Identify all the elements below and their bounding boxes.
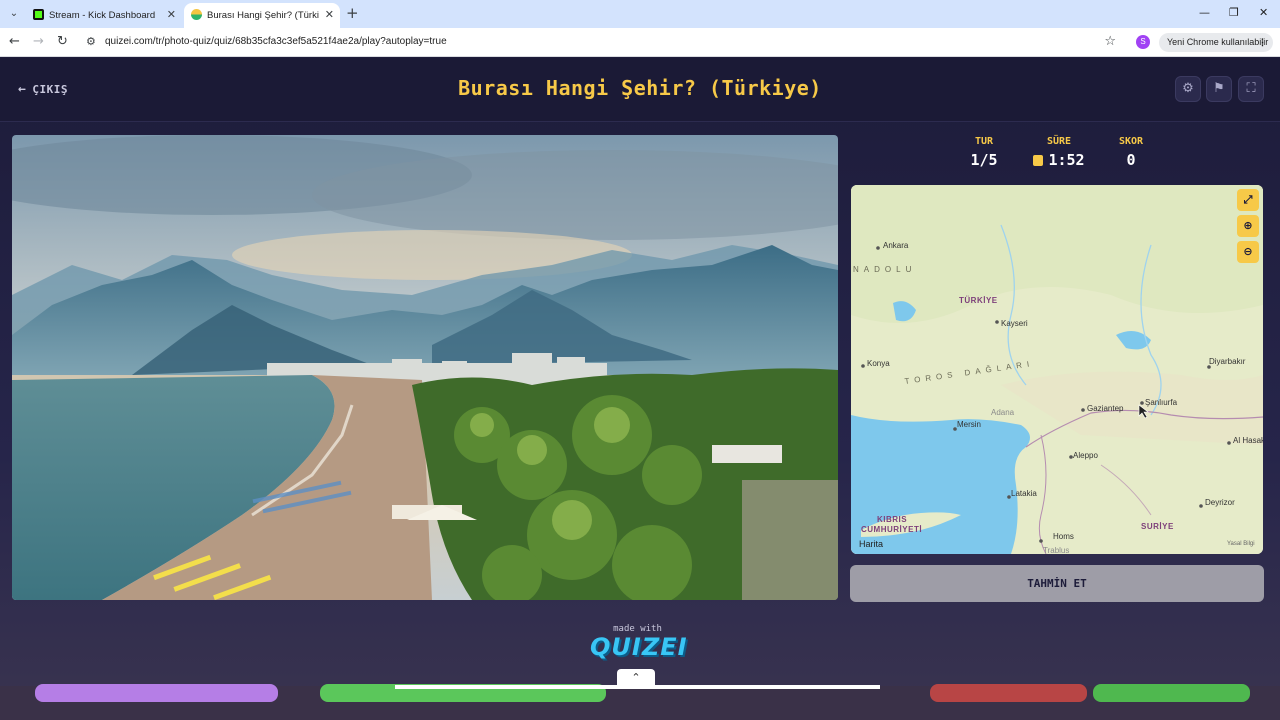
round-stat: TUR 1/5: [962, 136, 1006, 169]
score-value: 0: [1126, 151, 1136, 169]
bookmark-star-icon[interactable]: ☆: [1104, 34, 1116, 49]
collapse-toggle[interactable]: ⌃: [617, 669, 655, 687]
score-label: SKOR: [1118, 136, 1144, 147]
quiz-page: ← ÇIKIŞ Burası Hangi Şehir? (Türkiye) ⚙ ⚑…: [0, 58, 1280, 720]
zoom-in-icon: ⊕: [1243, 219, 1253, 232]
city-label: Trablus: [1043, 546, 1069, 554]
city-label: Gaziantep: [1087, 404, 1124, 413]
report-button[interactable]: ⚑: [1206, 76, 1232, 102]
exit-button[interactable]: ← ÇIKIŞ: [18, 82, 68, 97]
city-label: Konya: [867, 359, 890, 368]
country-label: KIBRIS: [877, 515, 907, 524]
forward-icon[interactable]: →: [33, 34, 44, 50]
zoom-in-button[interactable]: ⊕: [1237, 215, 1259, 237]
back-icon[interactable]: ←: [9, 34, 20, 50]
minimize-icon[interactable]: —: [1199, 6, 1210, 20]
map-canvas[interactable]: Ankara Kayseri Konya Diyarbakır Şanlıurf…: [851, 185, 1263, 554]
answer-option-bar: [930, 684, 1087, 702]
answer-option-bar: [35, 684, 278, 702]
new-tab-icon[interactable]: +: [346, 5, 359, 21]
city-label: Mersin: [957, 420, 981, 429]
quizei-favicon-icon: [191, 9, 202, 20]
profile-avatar[interactable]: S: [1136, 35, 1150, 49]
close-tab-icon[interactable]: ✕: [167, 8, 176, 22]
tab-search-icon[interactable]: ⌄: [6, 6, 22, 22]
menu-dots-icon[interactable]: ⋮: [1258, 33, 1267, 52]
made-with-badge[interactable]: made with QUIZEI: [590, 624, 688, 661]
round-value: 1/5: [970, 151, 998, 169]
fullscreen-icon: ⛶: [1246, 81, 1256, 96]
address-bar: ← → ↻ ⚙ quizei.com/tr/photo-quiz/quiz/68…: [0, 28, 1280, 57]
city-label: Al Hasakah: [1233, 436, 1263, 445]
city-label: Kayseri: [1001, 319, 1028, 328]
update-label: Yeni Chrome kullanılabilir: [1167, 37, 1269, 47]
browser-tab-strip: ⌄ Stream - Kick Dashboard ✕ Burası Hangi…: [0, 0, 1280, 28]
city-label: Ankara: [883, 241, 909, 250]
city-label: Latakia: [1011, 489, 1037, 498]
timer-icon: [1033, 155, 1044, 166]
chrome-update-button[interactable]: Yeni Chrome kullanılabilir ⋮: [1159, 33, 1273, 52]
chevron-up-icon: ⌃: [631, 671, 641, 684]
reload-icon[interactable]: ↻: [57, 34, 68, 50]
city-landscape-image: [12, 135, 838, 600]
zoom-out-button[interactable]: ⊖: [1237, 241, 1259, 263]
arrow-left-icon: ←: [18, 82, 27, 97]
exit-label: ÇIKIŞ: [32, 83, 68, 96]
guess-button[interactable]: TAHMİN ET: [850, 565, 1264, 602]
score-stat: SKOR 0: [1112, 136, 1150, 169]
city-label: Adana: [991, 408, 1015, 417]
city-label: Şanlıurfa: [1145, 398, 1178, 407]
close-window-icon[interactable]: ✕: [1259, 6, 1268, 20]
settings-button[interactable]: ⚙: [1175, 76, 1201, 102]
country-label: CUMHURİYETİ: [861, 525, 922, 534]
page-title: Burası Hangi Şehir? (Türkiye): [458, 76, 822, 100]
kick-favicon-icon: [33, 9, 44, 20]
city-label: Diyarbakır: [1209, 357, 1246, 366]
tab-title: Stream - Kick Dashboard: [49, 10, 156, 21]
legal-link[interactable]: Yasal Bilgi: [1227, 541, 1255, 547]
region-label: NADOLU: [853, 265, 916, 274]
restore-icon[interactable]: ❐: [1229, 6, 1239, 20]
url-text: quizei.com/tr/photo-quiz/quiz/68b35cfa3c…: [105, 36, 447, 47]
quiz-header: ← ÇIKIŞ Burası Hangi Şehir? (Türkiye) ⚙ ⚑…: [0, 58, 1280, 122]
time-value-row: 1:52: [1026, 151, 1092, 169]
guess-map[interactable]: Ankara Kayseri Konya Diyarbakır Şanlıurf…: [851, 185, 1263, 554]
country-label: SURİYE: [1141, 522, 1174, 531]
country-label: TÜRKİYE: [959, 296, 998, 305]
url-field[interactable]: ⚙ quizei.com/tr/photo-quiz/quiz/68b35cfa…: [80, 31, 1124, 54]
site-info-icon[interactable]: ⚙: [86, 35, 96, 48]
map-attribution: Harita: [859, 539, 883, 549]
city-label: Aleppo: [1073, 451, 1098, 460]
city-label: Deyrizor: [1205, 498, 1235, 507]
tab-quizei[interactable]: Burası Hangi Şehir? (Türkiye) - Quizei ✕: [184, 3, 340, 28]
gear-icon: ⚙: [1182, 81, 1194, 96]
close-tab-icon[interactable]: ✕: [325, 8, 334, 22]
round-label: TUR: [974, 136, 994, 147]
fullscreen-button[interactable]: ⛶: [1238, 76, 1264, 102]
quiz-photo: [12, 135, 838, 600]
expand-icon: ⤢: [1243, 193, 1253, 206]
answer-option-bar: [1093, 684, 1250, 702]
time-stat: SÜRE 1:52: [1026, 136, 1092, 169]
tab-kick-dashboard[interactable]: Stream - Kick Dashboard ✕: [26, 3, 182, 28]
time-label: SÜRE: [1046, 136, 1072, 147]
flag-icon: ⚑: [1213, 81, 1225, 96]
tab-title: Burası Hangi Şehir? (Türkiye) - Quizei: [207, 10, 319, 21]
zoom-out-icon: ⊖: [1243, 245, 1253, 258]
map-expand-button[interactable]: ⤢: [1237, 189, 1259, 211]
time-value: 1:52: [1048, 151, 1085, 169]
city-label: Homs: [1053, 532, 1074, 541]
quizei-logo: QUIZEI: [590, 633, 688, 661]
